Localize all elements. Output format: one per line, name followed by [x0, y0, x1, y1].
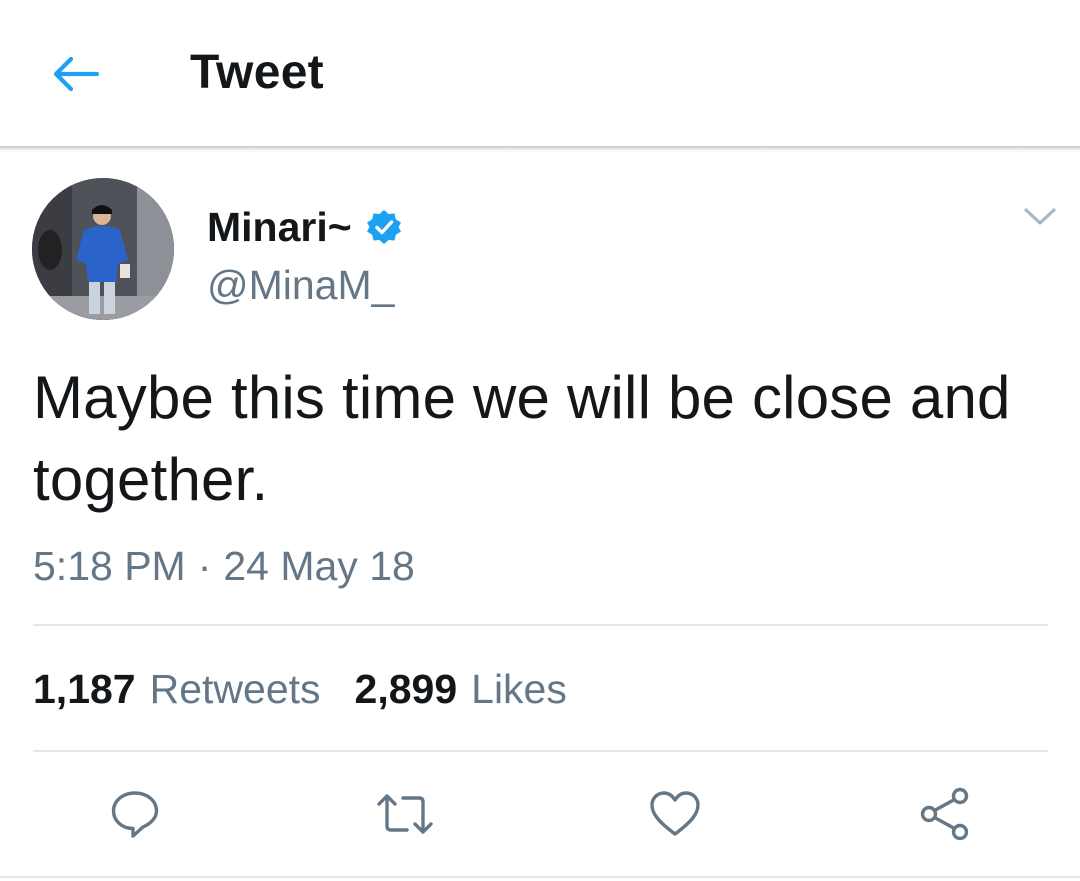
- divider-top: [33, 624, 1048, 626]
- reply-button[interactable]: [105, 784, 165, 844]
- arrow-left-icon: [53, 56, 100, 92]
- chevron-down-icon: [1024, 208, 1056, 225]
- more-options-button[interactable]: [1020, 202, 1060, 232]
- share-icon: [920, 787, 969, 841]
- display-name: Minari~: [207, 203, 352, 250]
- retweets-label: Retweets: [149, 666, 321, 712]
- retweets-stat[interactable]: 1,187 Retweets: [33, 666, 321, 713]
- user-handle[interactable]: @MinaM_: [207, 262, 394, 309]
- header-divider: [0, 146, 1080, 152]
- avatar[interactable]: [32, 178, 174, 320]
- engagement-stats: 1,187 Retweets 2,899 Likes: [33, 666, 601, 713]
- page-title: Tweet: [190, 46, 324, 99]
- retweets-count: 1,187: [33, 666, 136, 712]
- share-button[interactable]: [915, 784, 975, 844]
- like-icon: [650, 791, 700, 836]
- like-button[interactable]: [645, 784, 705, 844]
- retweet-icon: [377, 794, 433, 834]
- tweet-timestamp: 5:18 PM · 24 May 18: [33, 543, 415, 590]
- tweet-date: 24 May 18: [223, 543, 415, 589]
- reply-icon: [111, 791, 159, 838]
- likes-label: Likes: [471, 666, 567, 712]
- tweet-detail-screen: Tweet Minari~ @MinaM_ Maybe this time we…: [0, 0, 1080, 881]
- author-name-row[interactable]: Minari~: [207, 199, 402, 255]
- bottom-divider: [0, 876, 1080, 878]
- meta-separator: ·: [197, 543, 212, 589]
- avatar-photo: [32, 178, 174, 320]
- likes-stat[interactable]: 2,899 Likes: [355, 666, 567, 713]
- back-button[interactable]: [45, 45, 107, 103]
- retweet-button[interactable]: [375, 784, 435, 844]
- tweet-time: 5:18 PM: [33, 543, 186, 589]
- likes-count: 2,899: [354, 666, 458, 712]
- top-app-bar: Tweet: [0, 0, 1080, 146]
- verified-badge-icon: [366, 209, 402, 245]
- tweet-text: Maybe this time we will be close and tog…: [33, 364, 1011, 513]
- divider-bottom: [33, 750, 1048, 752]
